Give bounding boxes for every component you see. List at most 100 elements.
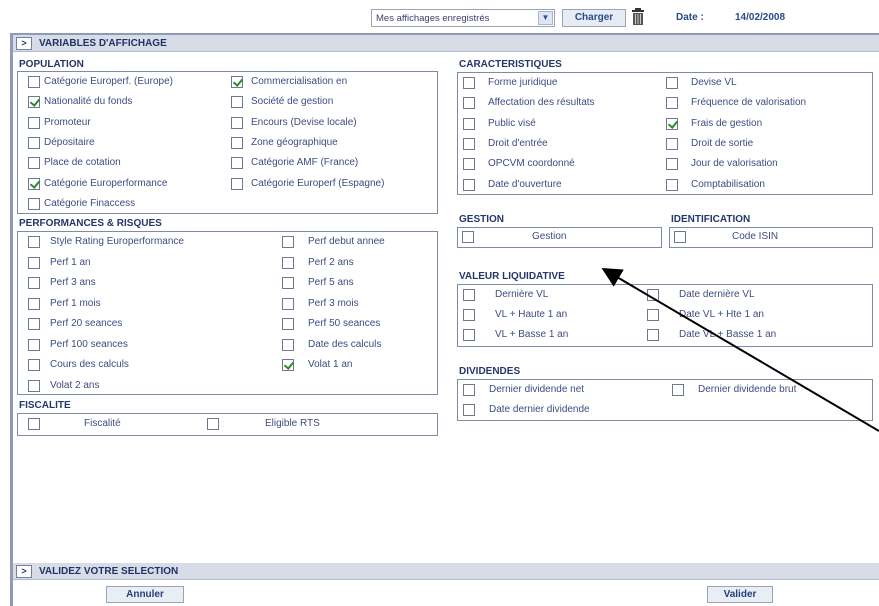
checkbox-option[interactable]: Perf 100 seances	[28, 338, 258, 353]
checkbox[interactable]	[647, 328, 659, 341]
checkbox[interactable]	[282, 236, 294, 248]
trash-icon[interactable]	[632, 8, 644, 25]
checkbox[interactable]	[463, 158, 475, 171]
checkbox-option[interactable]: Dernier dividende brut	[672, 384, 867, 398]
checkbox-option[interactable]: Encours (Devise locale)	[231, 116, 431, 131]
checkbox-option[interactable]: Date des calculs	[282, 338, 432, 353]
checkbox[interactable]	[28, 116, 40, 129]
checkbox[interactable]	[28, 359, 40, 371]
checkbox[interactable]	[666, 77, 678, 89]
checkbox[interactable]	[463, 178, 475, 191]
checkbox-option[interactable]: Devise VL	[666, 77, 866, 91]
checkbox-option[interactable]: Eligible RTS	[207, 418, 377, 432]
checkbox[interactable]	[28, 297, 40, 310]
load-button[interactable]: Charger	[562, 9, 626, 27]
checkbox-option[interactable]: Perf 3 mois	[282, 297, 432, 312]
checkbox[interactable]	[28, 379, 40, 392]
checkbox-option[interactable]: Comptabilisation	[666, 178, 866, 193]
checkbox-option[interactable]: Date d'ouverture	[463, 178, 653, 193]
expand-arrow-icon[interactable]: >	[16, 565, 32, 578]
checkbox[interactable]	[647, 289, 659, 301]
checkbox-option[interactable]: Affectation des résultats	[463, 97, 653, 111]
checkbox-option[interactable]: Promoteur	[28, 116, 223, 131]
checkbox[interactable]	[672, 384, 684, 396]
checkbox[interactable]	[666, 178, 678, 191]
validate-button[interactable]: Valider	[707, 586, 773, 603]
cancel-button[interactable]: Annuler	[106, 586, 184, 603]
checkbox-option[interactable]: Perf 2 ans	[282, 256, 432, 271]
checkbox-option[interactable]: Perf 1 mois	[28, 297, 258, 312]
checkbox[interactable]	[463, 403, 475, 416]
checkbox-option[interactable]: Public visé	[463, 117, 653, 132]
checkbox[interactable]	[207, 418, 219, 430]
checkbox-option[interactable]: Cours des calculs	[28, 359, 258, 373]
checkbox[interactable]	[666, 158, 678, 171]
checkbox-option[interactable]: Dépositaire	[28, 136, 223, 151]
checkbox[interactable]	[282, 359, 294, 371]
checkbox-option[interactable]: Catégorie Europerformance	[28, 177, 223, 192]
checkbox-option[interactable]: Jour de valorisation	[666, 158, 866, 172]
checkbox-option[interactable]: Perf debut annee	[282, 236, 432, 250]
checkbox[interactable]	[28, 418, 40, 430]
checkbox[interactable]	[28, 76, 40, 88]
checkbox-option[interactable]: Catégorie Europerf (Espagne)	[231, 177, 431, 192]
gestion-option[interactable]: Gestion	[462, 231, 657, 245]
isin-option[interactable]: Code ISIN	[674, 231, 869, 245]
checkbox-option[interactable]: Dernier dividende net	[463, 384, 653, 398]
checkbox-option[interactable]: Fiscalité	[28, 418, 198, 432]
expand-arrow-icon[interactable]: >	[16, 37, 32, 50]
checkbox[interactable]	[231, 76, 243, 88]
checkbox[interactable]	[463, 97, 475, 110]
checkbox[interactable]	[463, 289, 475, 301]
checkbox[interactable]	[28, 157, 40, 170]
checkbox[interactable]	[28, 197, 40, 210]
checkbox[interactable]	[231, 136, 243, 149]
checkbox[interactable]	[28, 338, 40, 351]
checkbox[interactable]	[231, 96, 243, 109]
checkbox[interactable]	[282, 256, 294, 269]
checkbox[interactable]	[231, 157, 243, 170]
checkbox-option[interactable]: Date VL + Hte 1 an	[647, 308, 847, 323]
checkbox[interactable]	[231, 116, 243, 129]
checkbox[interactable]	[28, 96, 40, 109]
checkbox[interactable]	[28, 177, 40, 190]
checkbox-option[interactable]: Date VL + Basse 1 an	[647, 328, 847, 343]
checkbox[interactable]	[463, 308, 475, 321]
checkbox-option[interactable]: Droit de sortie	[666, 137, 866, 152]
gestion-checkbox[interactable]	[462, 231, 474, 243]
checkbox-option[interactable]: Volat 2 ans	[28, 379, 258, 394]
checkbox-option[interactable]: VL + Haute 1 an	[463, 308, 633, 323]
checkbox[interactable]	[28, 256, 40, 269]
checkbox-option[interactable]: Nationalité du fonds	[28, 96, 223, 110]
checkbox-option[interactable]: Forme juridique	[463, 77, 653, 91]
checkbox[interactable]	[28, 277, 40, 289]
checkbox-option[interactable]: Perf 20 seances	[28, 318, 258, 332]
checkbox[interactable]	[463, 384, 475, 396]
checkbox-option[interactable]: Perf 3 ans	[28, 277, 258, 291]
checkbox-option[interactable]: Perf 5 ans	[282, 277, 432, 291]
checkbox-option[interactable]: Catégorie Finaccess	[28, 197, 223, 212]
checkbox-option[interactable]: VL + Basse 1 an	[463, 328, 633, 343]
saved-views-select[interactable]: Mes affichages enregistrés ▼	[371, 9, 555, 27]
checkbox[interactable]	[463, 117, 475, 130]
checkbox-option[interactable]: Société de gestion	[231, 96, 431, 110]
checkbox[interactable]	[28, 136, 40, 149]
checkbox[interactable]	[282, 318, 294, 330]
validate-header[interactable]: > VALIDEZ VOTRE SELECTION	[13, 563, 879, 580]
checkbox-option[interactable]: Volat 1 an	[282, 359, 432, 373]
checkbox-option[interactable]: Date dernier dividende	[463, 403, 653, 418]
checkbox[interactable]	[231, 177, 243, 190]
checkbox[interactable]	[282, 297, 294, 310]
checkbox-option[interactable]: Catégorie AMF (France)	[231, 157, 431, 171]
checkbox[interactable]	[282, 277, 294, 289]
checkbox-option[interactable]: Perf 50 seances	[282, 318, 432, 332]
display-variables-header[interactable]: > VARIABLES D'AFFICHAGE	[13, 35, 879, 52]
checkbox[interactable]	[463, 77, 475, 89]
checkbox-option[interactable]: Date dernière VL	[647, 289, 847, 303]
checkbox[interactable]	[666, 97, 678, 110]
chevron-down-icon[interactable]: ▼	[538, 11, 553, 25]
checkbox[interactable]	[666, 117, 678, 130]
checkbox-option[interactable]: Zone géographique	[231, 136, 431, 151]
checkbox-option[interactable]: Commercialisation en	[231, 76, 431, 90]
checkbox[interactable]	[28, 318, 40, 330]
